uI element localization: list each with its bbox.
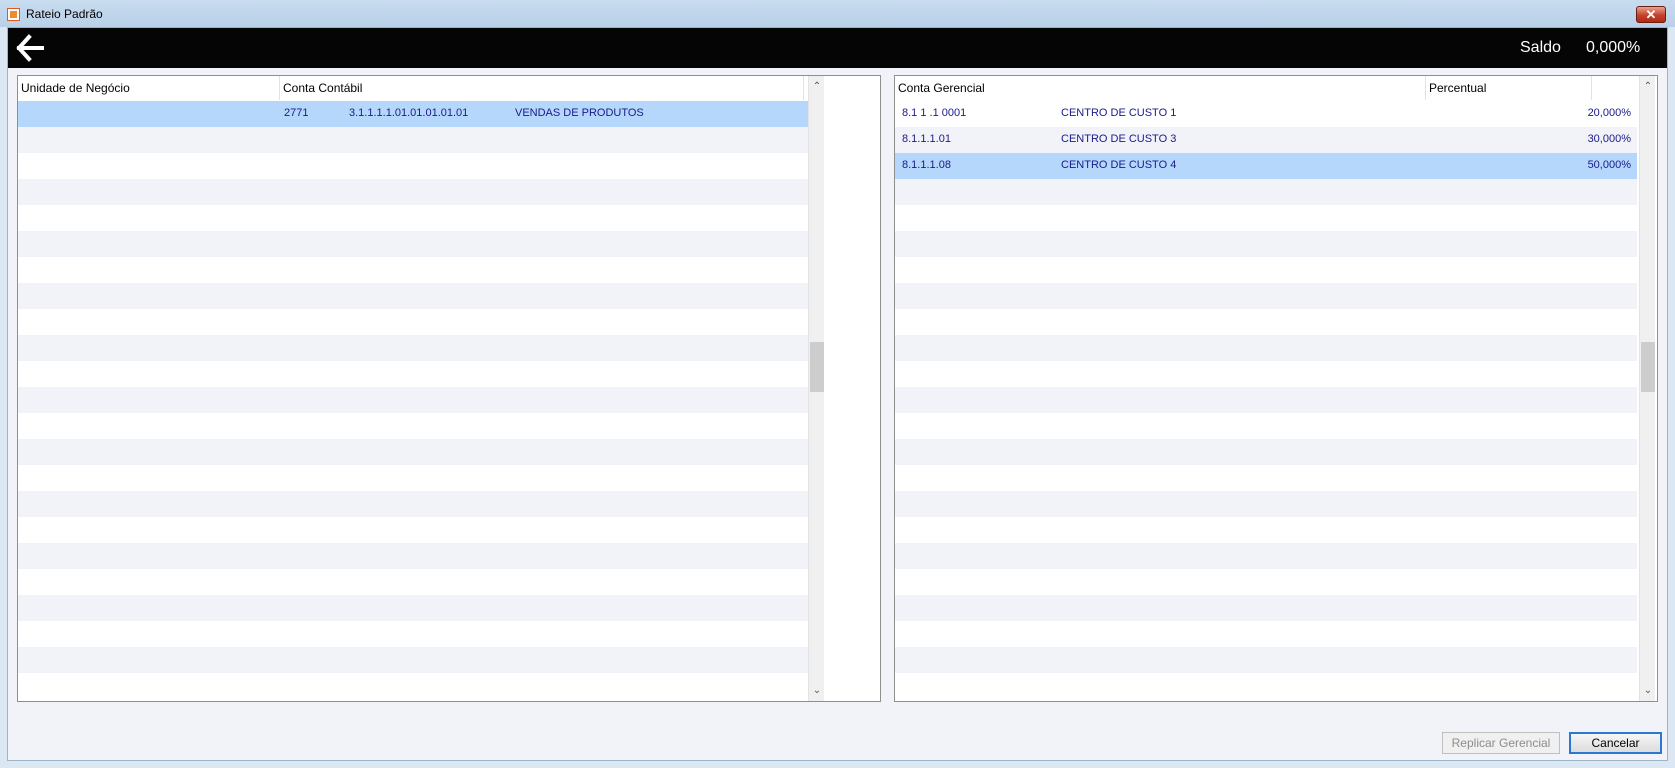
column-header-conta-gerencial[interactable]: Conta Gerencial [895,76,1426,100]
table-row[interactable] [895,413,1637,439]
table-row[interactable] [18,517,808,543]
table-row[interactable] [895,387,1637,413]
table-row[interactable] [895,491,1637,517]
table-row[interactable] [18,543,808,569]
table-row[interactable] [18,309,808,335]
window-title: Rateio Padrão [26,7,103,21]
table-row[interactable] [18,387,808,413]
cell-conta-contabil: 3.1.1.1.1.01.01.01.01.01 [349,107,469,119]
table-row[interactable] [895,335,1637,361]
right-scrollbar[interactable]: ⌃ ⌄ [1639,76,1655,701]
table-row[interactable] [895,621,1637,647]
cell-percentual: 30,000% [1587,133,1631,145]
table-row[interactable] [18,153,808,179]
window-frame: Saldo 0,000% Unidade de Negócio Conta Co… [7,27,1668,761]
table-row[interactable] [895,309,1637,335]
table-row[interactable] [18,361,808,387]
table-row[interactable] [895,647,1637,673]
table-row[interactable] [895,205,1637,231]
table-row[interactable] [895,465,1637,491]
table-row[interactable]: 8.1.1.1.08 CENTRO DE CUSTO 4 50,000% [895,153,1637,179]
table-row[interactable] [18,231,808,257]
table-row[interactable] [895,283,1637,309]
table-row[interactable] [895,595,1637,621]
cell-descricao: VENDAS DE PRODUTOS [515,107,644,119]
table-row[interactable]: 8.1 1 .1 0001 CENTRO DE CUSTO 1 20,000% [895,101,1637,127]
table-row[interactable] [18,335,808,361]
column-header-unidade[interactable]: Unidade de Negócio [18,76,280,100]
table-row[interactable] [18,127,808,153]
table-row[interactable] [18,673,808,699]
table-row[interactable]: 8.1.1.1.01 CENTRO DE CUSTO 3 30,000% [895,127,1637,153]
close-button[interactable]: ✕ [1636,6,1666,23]
table-row[interactable] [895,439,1637,465]
arrow-left-icon[interactable] [15,33,45,63]
left-scroll-thumb[interactable] [810,342,824,392]
cell-conta-gerencial: 8.1.1.1.08 [902,159,951,171]
table-row[interactable] [18,205,808,231]
cell-descricao: CENTRO DE CUSTO 4 [1061,159,1177,171]
chevron-down-icon[interactable]: ⌄ [809,683,825,699]
table-row[interactable] [895,517,1637,543]
left-scrollbar[interactable]: ⌃ ⌄ [808,76,824,701]
column-header-conta-contabil[interactable]: Conta Contábil [280,76,804,100]
cell-codigo: 2771 [284,107,309,119]
saldo-value: 0,000% [1586,39,1641,56]
table-row[interactable] [18,179,808,205]
chevron-down-icon[interactable]: ⌄ [1640,683,1656,699]
replicar-gerencial-button[interactable]: Replicar Gerencial [1442,732,1560,754]
table-row[interactable] [18,465,808,491]
app-icon [7,8,20,21]
table-row[interactable] [895,543,1637,569]
title-bar: Rateio Padrão ✕ [0,0,1675,27]
cell-percentual: 20,000% [1587,107,1631,119]
chevron-up-icon[interactable]: ⌃ [1640,79,1656,95]
cell-conta-gerencial: 8.1 1 .1 0001 [902,107,967,119]
top-header: Saldo 0,000% [8,28,1667,68]
cell-conta-gerencial: 8.1.1.1.01 [902,133,951,145]
table-row[interactable] [18,439,808,465]
table-row[interactable] [18,413,808,439]
cell-percentual: 50,000% [1587,159,1631,171]
table-row[interactable] [18,491,808,517]
column-header-percentual[interactable]: Percentual [1426,76,1592,100]
table-row[interactable] [895,231,1637,257]
table-row[interactable] [895,569,1637,595]
right-grid[interactable]: Conta Gerencial Percentual 8.1 1 .1 0001… [894,75,1658,702]
left-grid[interactable]: Unidade de Negócio Conta Contábil 2771 3.… [17,75,881,702]
cancel-button[interactable]: Cancelar [1569,732,1662,754]
table-row[interactable] [895,673,1637,699]
chevron-up-icon[interactable]: ⌃ [809,79,825,95]
cell-descricao: CENTRO DE CUSTO 3 [1061,133,1177,145]
cell-descricao: CENTRO DE CUSTO 1 [1061,107,1177,119]
table-row[interactable] [18,647,808,673]
table-row[interactable]: 2771 3.1.1.1.1.01.01.01.01.01 VENDAS DE PR… [18,101,808,127]
table-row[interactable] [18,595,808,621]
table-row[interactable] [18,283,808,309]
left-grid-rows: 2771 3.1.1.1.1.01.01.01.01.01 VENDAS DE PR… [18,101,808,699]
table-row[interactable] [18,569,808,595]
table-row[interactable] [895,179,1637,205]
right-grid-rows: 8.1 1 .1 0001 CENTRO DE CUSTO 1 20,000% 8.1… [895,101,1637,699]
table-row[interactable] [18,621,808,647]
table-row[interactable] [18,257,808,283]
table-row[interactable] [895,361,1637,387]
table-row[interactable] [895,257,1637,283]
right-scroll-thumb[interactable] [1641,342,1655,392]
saldo-label: Saldo [1520,39,1561,56]
